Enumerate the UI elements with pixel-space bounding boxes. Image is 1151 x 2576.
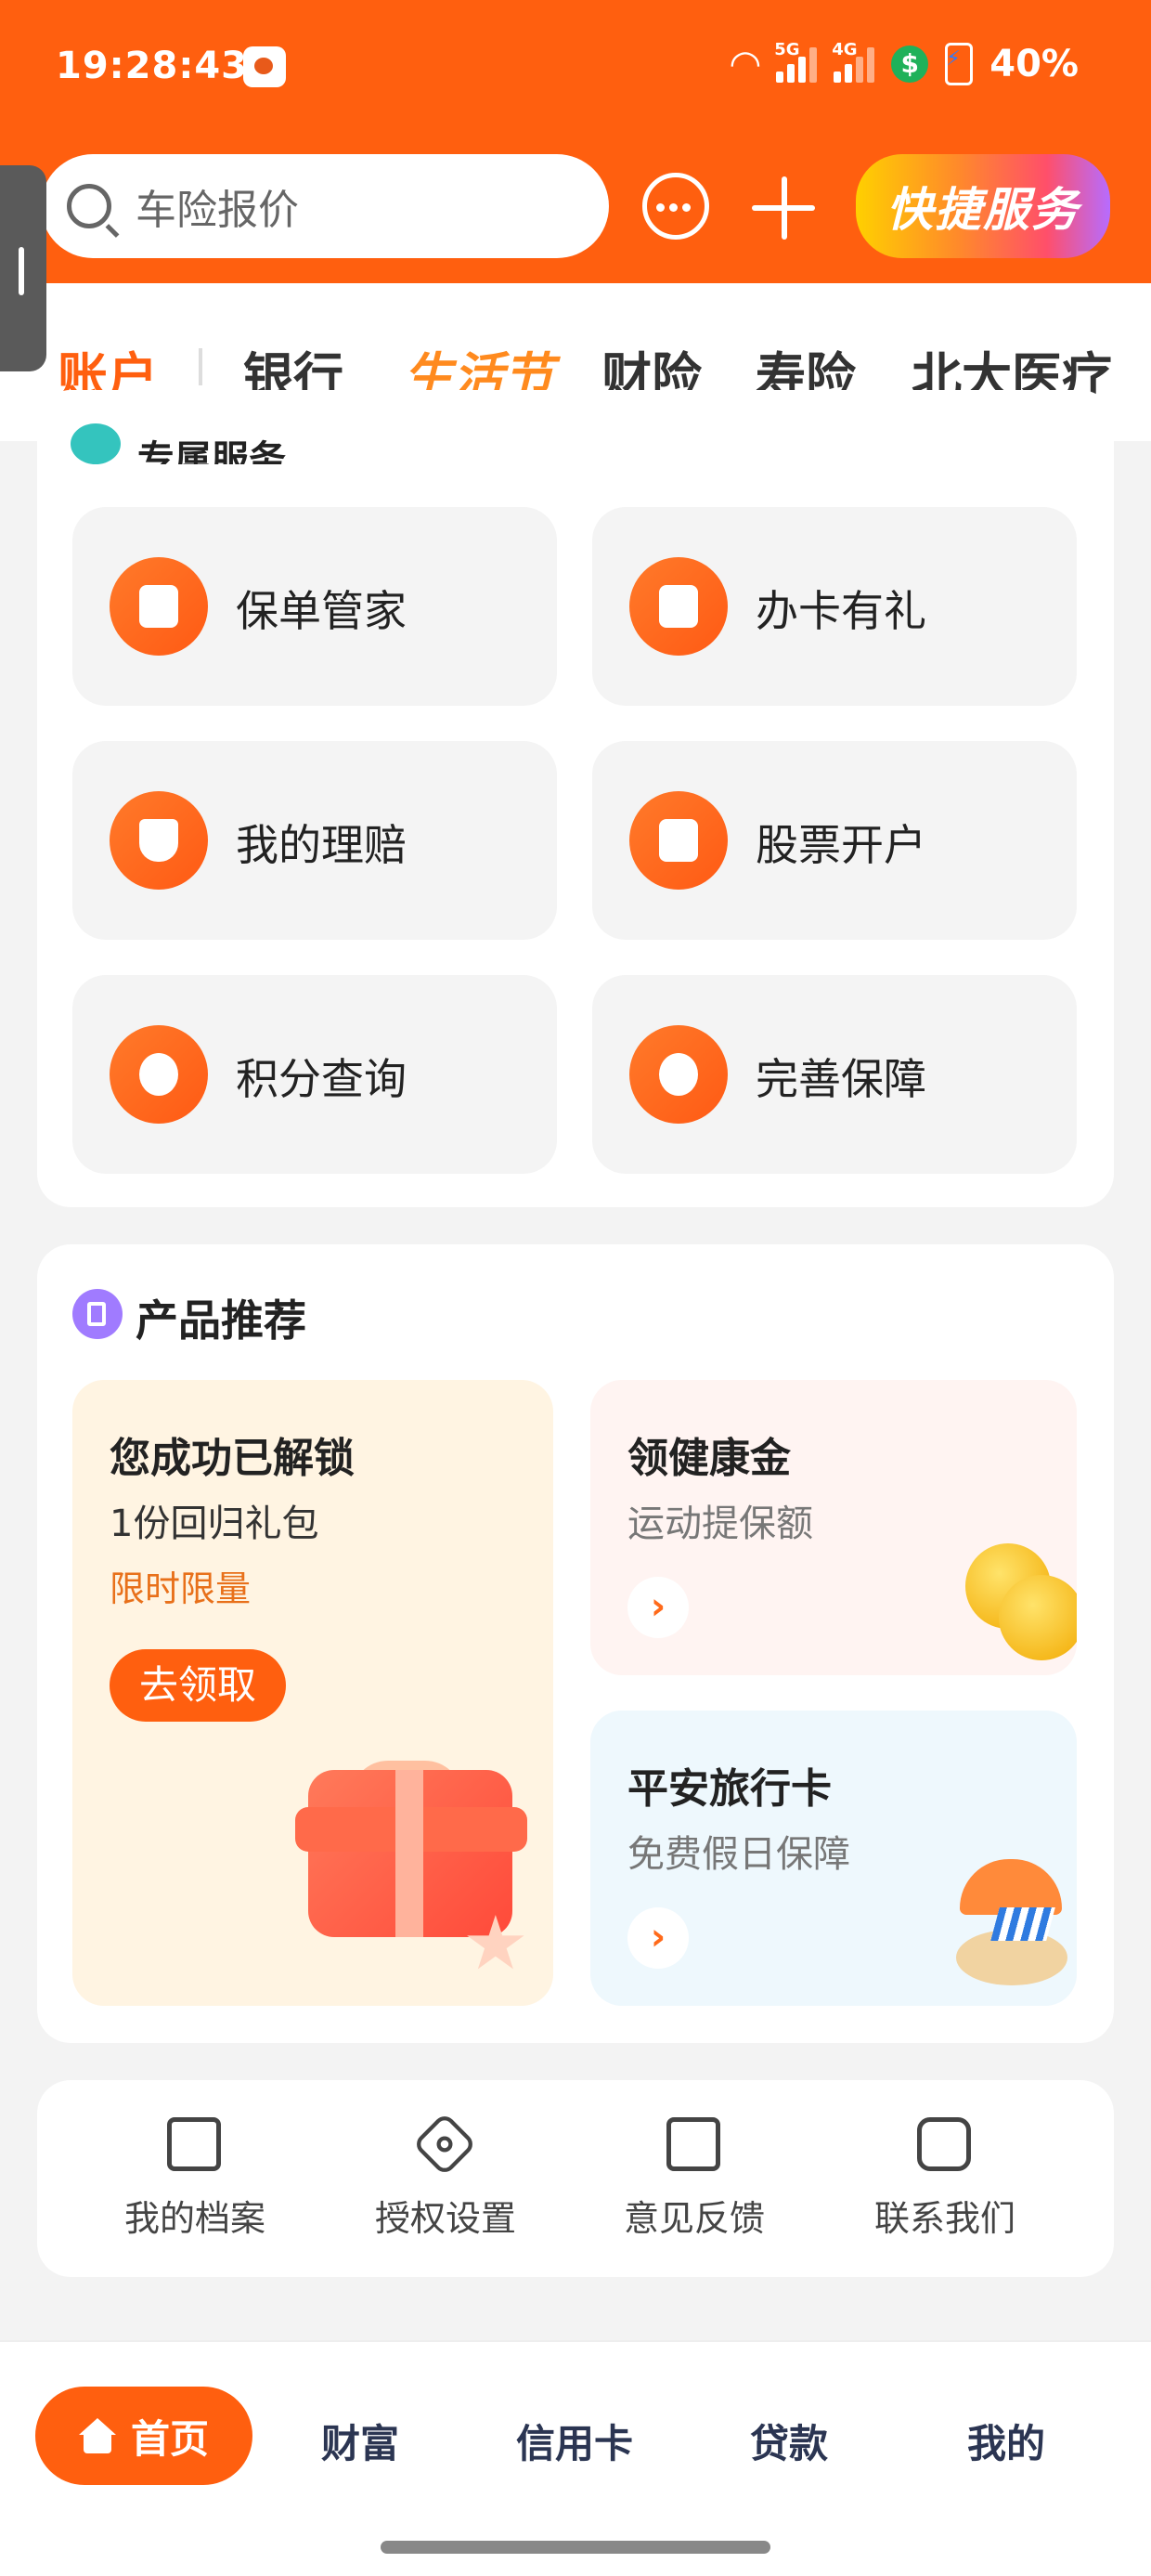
wifi-icon: ◠ xyxy=(731,43,760,85)
battery-level: 40% xyxy=(989,43,1079,85)
chevron-right-icon[interactable]: › xyxy=(627,1577,689,1638)
products-title: 产品推荐 xyxy=(136,1295,306,1346)
beach-chair-icon xyxy=(990,1907,1055,1941)
net-4g-label: 4G xyxy=(832,40,858,59)
service-stock-account[interactable]: 股票开户 xyxy=(592,741,1077,940)
tool-label: 授权设置 xyxy=(374,2198,516,2239)
nav-wealth[interactable]: 财富 xyxy=(321,2413,399,2469)
nav-loans[interactable]: 贷款 xyxy=(750,2413,828,2469)
quick-service-button[interactable]: 快捷服务 xyxy=(856,154,1110,258)
status-icons: ◠ 5G 4G $ 40% xyxy=(731,40,1079,85)
notification-app-icon xyxy=(243,46,286,87)
service-label: 办卡有礼 xyxy=(756,586,926,636)
tool-my-profile[interactable]: 我的档案 xyxy=(74,2080,316,2277)
claim-button[interactable]: 去领取 xyxy=(110,1649,286,1722)
nav-mine[interactable]: 我的 xyxy=(967,2413,1045,2469)
side-drawer-handle[interactable] xyxy=(0,165,46,371)
nav-home-label: 首页 xyxy=(130,2415,209,2462)
search-bar[interactable]: 车险报价 xyxy=(41,154,609,258)
service-label: 保单管家 xyxy=(236,586,407,636)
health-fund-promo[interactable]: 领健康金 运动提保额 › xyxy=(590,1380,1077,1675)
star-icon: ★ xyxy=(462,1900,529,1986)
service-label: 我的理赔 xyxy=(236,820,407,870)
bookmark-icon xyxy=(72,1289,123,1339)
tools-card: 我的档案 授权设置 意见反馈 联系我们 xyxy=(37,2080,1114,2277)
health-title: 领健康金 xyxy=(627,1435,791,1482)
points-search-icon xyxy=(110,1025,208,1124)
signal-4g-icon: 4G xyxy=(832,40,875,83)
gift-ribbon-illustration xyxy=(395,1770,423,1937)
feedback-edit-icon xyxy=(666,2117,720,2171)
service-label: 完善保障 xyxy=(756,1054,926,1104)
service-points-query[interactable]: 积分查询 xyxy=(72,975,557,1174)
profile-file-icon xyxy=(167,2117,221,2171)
gift-card-icon xyxy=(629,557,728,656)
receipt-icon xyxy=(629,791,728,890)
service-improve-coverage[interactable]: 完善保障 xyxy=(592,975,1077,1174)
service-my-claims[interactable]: 我的理赔 xyxy=(72,741,557,940)
service-card-gift[interactable]: 办卡有礼 xyxy=(592,507,1077,706)
signal-5g-icon: 5G xyxy=(774,40,818,83)
search-icon xyxy=(67,184,111,228)
chat-icon[interactable] xyxy=(642,173,709,240)
nav-home[interactable]: 首页 xyxy=(35,2387,252,2485)
chevron-right-icon[interactable]: › xyxy=(627,1907,689,1969)
gift-limited-label: 限时限量 xyxy=(110,1568,252,1609)
gift-subline: 1份回归礼包 xyxy=(110,1503,319,1545)
shield-check-icon xyxy=(110,791,208,890)
service-policy-manager[interactable]: 保单管家 xyxy=(72,507,557,706)
plus-icon[interactable] xyxy=(752,176,815,240)
tool-authorization-settings[interactable]: 授权设置 xyxy=(325,2080,566,2277)
health-check-icon xyxy=(629,1025,728,1124)
return-gift-promo[interactable]: 您成功已解锁 1份回归礼包 限时限量 去领取 ★ xyxy=(72,1380,553,2006)
nav-credit-card[interactable]: 信用卡 xyxy=(516,2413,633,2469)
policy-icon xyxy=(110,557,208,656)
services-title: 专属服务 xyxy=(137,438,286,464)
coin-icon xyxy=(999,1575,1077,1660)
services-title-icon xyxy=(71,423,121,464)
service-label: 积分查询 xyxy=(236,1054,407,1104)
search-placeholder: 车险报价 xyxy=(136,187,299,234)
gesture-home-bar[interactable] xyxy=(381,2541,770,2554)
settings-hex-icon xyxy=(412,2112,477,2177)
status-time: 19:28:43 xyxy=(56,45,248,87)
tool-label: 我的档案 xyxy=(123,2198,265,2239)
health-subtitle: 运动提保额 xyxy=(627,1503,813,1545)
travel-title: 平安旅行卡 xyxy=(627,1765,832,1813)
contact-book-icon xyxy=(917,2117,971,2171)
tool-feedback[interactable]: 意见反馈 xyxy=(574,2080,815,2277)
tool-contact-us[interactable]: 联系我们 xyxy=(824,2080,1066,2277)
tab-divider xyxy=(199,348,202,385)
home-icon xyxy=(78,2418,116,2453)
service-label: 股票开户 xyxy=(756,820,926,870)
gift-headline: 您成功已解锁 xyxy=(110,1435,355,1482)
beach-umbrella-icon xyxy=(960,1859,1062,1915)
battery-icon xyxy=(945,43,974,85)
net-5g-label: 5G xyxy=(774,40,800,59)
travel-card-promo[interactable]: 平安旅行卡 免费假日保障 › xyxy=(590,1711,1077,2006)
travel-subtitle: 免费假日保障 xyxy=(627,1833,850,1876)
tool-label: 意见反馈 xyxy=(623,2198,765,2239)
tool-label: 联系我们 xyxy=(873,2198,1015,2239)
money-icon: $ xyxy=(891,46,929,83)
